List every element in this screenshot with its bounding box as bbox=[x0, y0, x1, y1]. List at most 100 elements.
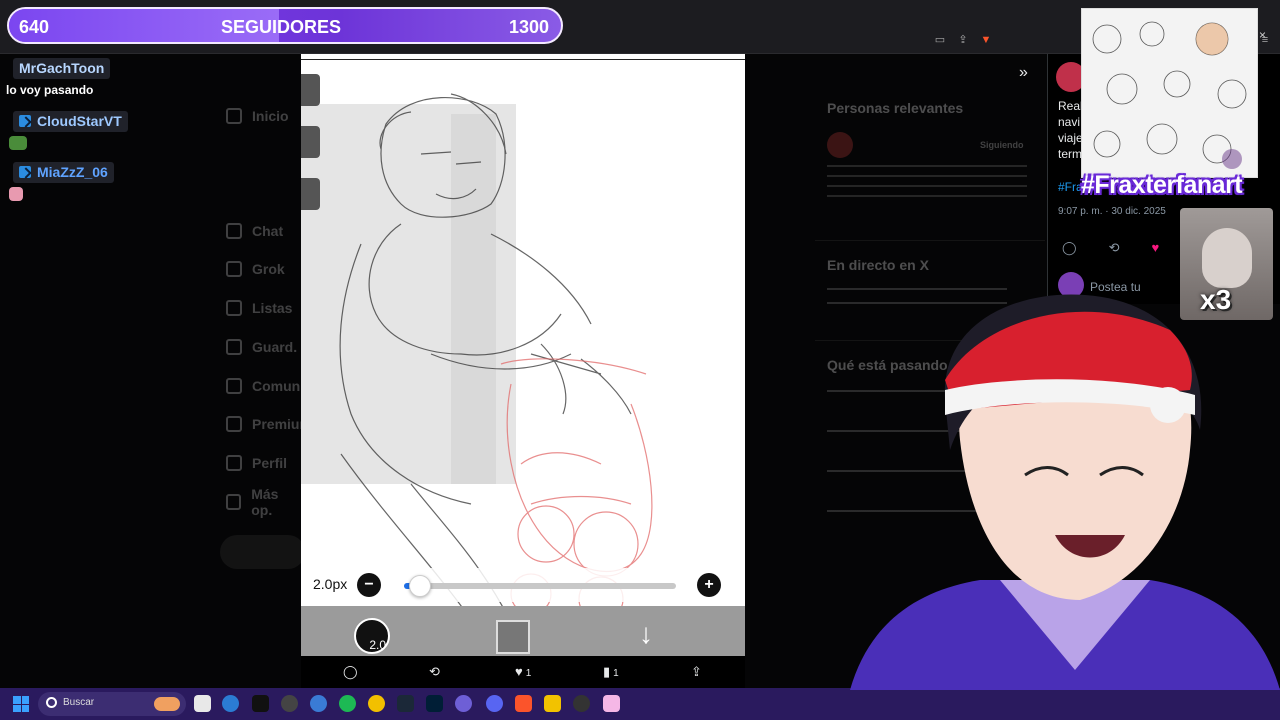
steam-icon[interactable] bbox=[397, 695, 414, 712]
search-icon bbox=[46, 697, 57, 708]
brave-shield-icon[interactable]: ▼ bbox=[979, 33, 993, 47]
expand-panel-icon[interactable]: » bbox=[1019, 64, 1028, 82]
spotify-icon[interactable] bbox=[339, 695, 356, 712]
vtube-icon[interactable] bbox=[455, 695, 472, 712]
views-count: 1 bbox=[613, 668, 619, 679]
reply-icon[interactable]: ◯ bbox=[343, 664, 358, 680]
home-icon bbox=[226, 108, 242, 124]
chrome-icon[interactable] bbox=[368, 695, 385, 712]
like-button[interactable]: ♥ 1 bbox=[515, 664, 531, 679]
list-icon bbox=[226, 300, 242, 316]
layer-tab[interactable] bbox=[301, 74, 320, 106]
cast-icon[interactable]: ▭ bbox=[933, 33, 947, 47]
repost-icon[interactable]: ⟲ bbox=[429, 664, 440, 680]
photoshop-icon[interactable] bbox=[426, 695, 443, 712]
layer-tab[interactable] bbox=[301, 126, 320, 158]
cat-face bbox=[1202, 228, 1252, 288]
share-icon[interactable]: ⇪ bbox=[691, 664, 702, 680]
brush-size-bar: 2.0px − + bbox=[301, 568, 745, 602]
nav-label: Más op. bbox=[251, 486, 279, 518]
windows-start-icon[interactable] bbox=[13, 696, 29, 712]
nav-label: Guard. bbox=[252, 339, 298, 355]
nav-communities[interactable]: Comun. bbox=[226, 375, 304, 397]
layer-tab[interactable] bbox=[301, 178, 320, 210]
post-hashtag[interactable]: #Fra bbox=[1058, 180, 1083, 194]
emote-icon bbox=[9, 187, 23, 201]
slider-knob[interactable] bbox=[409, 575, 432, 597]
chat-username: MiaZzZ_06 bbox=[13, 162, 114, 183]
edge-icon[interactable] bbox=[222, 695, 239, 712]
vip-badge-icon bbox=[19, 115, 31, 127]
user-icon bbox=[226, 455, 242, 471]
image-viewer: 2.0px − + 2.0 ↓ bbox=[301, 54, 745, 656]
windows-taskbar: Buscar bbox=[0, 688, 1280, 720]
post-date[interactable]: 9:07 p. m. · 30 dic. 2025 bbox=[1058, 206, 1166, 217]
xp-pen-icon[interactable] bbox=[194, 695, 211, 712]
color-swatch[interactable] bbox=[496, 620, 530, 654]
chat-username-text: CloudStarVT bbox=[37, 113, 122, 129]
folder-icon[interactable] bbox=[544, 695, 561, 712]
emote-icon bbox=[9, 136, 27, 150]
nav-more[interactable]: Más op. bbox=[226, 486, 300, 518]
views-button[interactable]: ▮ 1 bbox=[603, 664, 619, 680]
like-icon[interactable]: ♥ bbox=[1151, 240, 1159, 256]
taskbar-search[interactable]: Buscar bbox=[38, 692, 186, 716]
fanart-hashtag: #Fraxterfanart bbox=[1081, 171, 1243, 199]
nav-lists[interactable]: Listas bbox=[226, 297, 292, 319]
obs-icon[interactable] bbox=[281, 695, 298, 712]
nav-profile[interactable]: Perfil bbox=[226, 452, 287, 474]
arrow-down-icon[interactable]: ↓ bbox=[639, 620, 653, 648]
search-highlight-icon bbox=[154, 697, 180, 711]
chat-message: lo voy pasando bbox=[6, 83, 94, 97]
reply-icon[interactable]: ◯ bbox=[1062, 240, 1077, 256]
brush-size-label: 2.0px bbox=[313, 576, 348, 592]
followers-current: 640 bbox=[19, 17, 50, 37]
nav-label: Perfil bbox=[252, 455, 288, 471]
vtuber-avatar bbox=[850, 294, 1280, 690]
post-button[interactable] bbox=[220, 535, 305, 569]
nav-bookmarks[interactable]: Guard. bbox=[226, 336, 297, 358]
nav-chat[interactable]: Chat bbox=[226, 220, 283, 242]
drawing-toolbar: 2.0 ↓ bbox=[301, 606, 745, 656]
close-viewer-icon[interactable]: × bbox=[1259, 28, 1266, 42]
brush-size-slider[interactable] bbox=[404, 575, 676, 597]
fanart-collage-image bbox=[1081, 8, 1258, 178]
avatar bbox=[827, 132, 853, 158]
relevant-people-heading: Personas relevantes bbox=[827, 100, 964, 116]
increase-size-button[interactable]: + bbox=[697, 573, 721, 597]
terminal-icon[interactable] bbox=[252, 695, 269, 712]
brave-icon[interactable] bbox=[515, 695, 532, 712]
more-icon bbox=[226, 494, 242, 510]
search-label: Buscar bbox=[63, 697, 95, 708]
brush-button[interactable]: 2.0 bbox=[354, 618, 390, 654]
nav-label: Chat bbox=[252, 223, 284, 239]
x-photo-actions: ◯ ⟲ ♥ 1 ▮ 1 ⇪ bbox=[301, 656, 745, 688]
nav-label: Inicio bbox=[252, 108, 289, 124]
fanart-doodles bbox=[1092, 21, 1247, 169]
people-icon bbox=[226, 378, 242, 394]
nav-premium[interactable]: Premium bbox=[226, 413, 312, 435]
chat-username: MrGachToon bbox=[13, 58, 111, 79]
app-icon[interactable] bbox=[310, 695, 327, 712]
nav-label: Listas bbox=[252, 300, 293, 316]
post-actions: ◯ ⟲ ♥ bbox=[1062, 240, 1159, 256]
chat-username-text: MiaZzZ_06 bbox=[37, 164, 108, 180]
followers-label: SEGUIDORES bbox=[221, 17, 342, 37]
nav-home[interactable]: Inicio bbox=[226, 105, 289, 127]
x-logo-icon bbox=[226, 416, 242, 432]
nav-label: Grok bbox=[252, 261, 285, 277]
nav-grok[interactable]: Grok bbox=[226, 258, 285, 280]
share-icon[interactable]: ⇪ bbox=[956, 33, 970, 47]
live-heading: En directo en X bbox=[827, 257, 929, 273]
follow-button[interactable]: Siguiendo bbox=[980, 140, 1024, 150]
vip-badge-icon bbox=[19, 166, 31, 178]
divider bbox=[815, 240, 1045, 241]
decrease-size-button[interactable]: − bbox=[357, 573, 381, 597]
x-side-nav: Inicio Chat Grok Listas Guard. Comun. Pr… bbox=[220, 60, 312, 660]
app-icon[interactable] bbox=[573, 695, 590, 712]
clip-studio-icon[interactable] bbox=[603, 695, 620, 712]
repost-icon[interactable]: ⟲ bbox=[1109, 240, 1120, 256]
nav-label: Comun. bbox=[252, 378, 305, 394]
like-count: 1 bbox=[525, 668, 532, 679]
discord-icon[interactable] bbox=[486, 695, 503, 712]
